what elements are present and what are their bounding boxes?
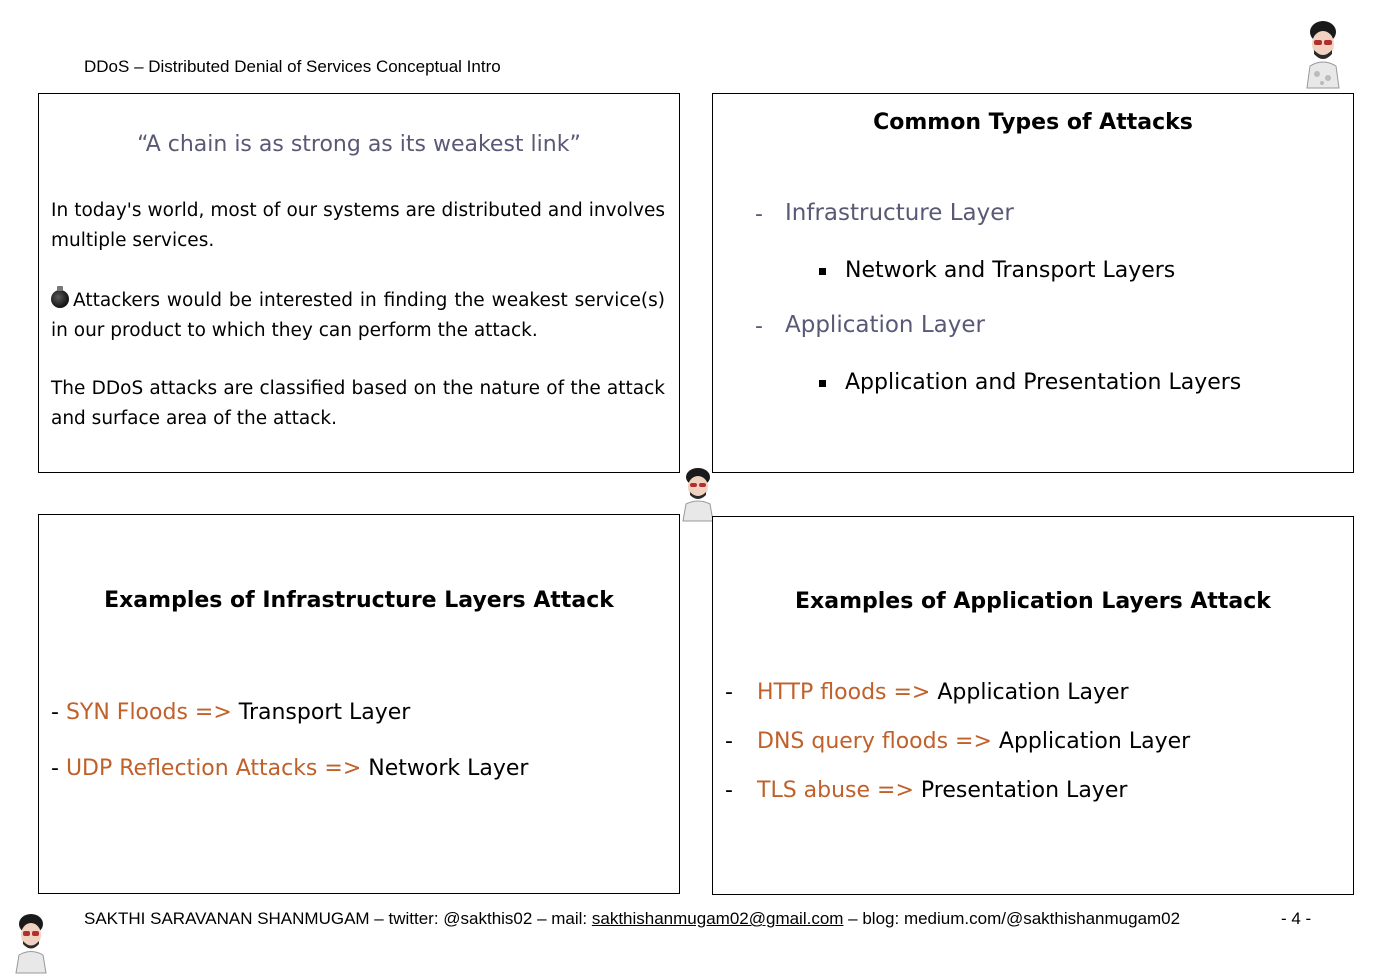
footer-credits: SAKTHI SARAVANAN SHANMUGAM – twitter: @s… — [84, 909, 1180, 929]
application-examples-panel: Examples of Application Layers Attack - … — [712, 516, 1354, 895]
attack-name: HTTP floods => — [757, 680, 931, 705]
list-dash: - — [51, 700, 66, 725]
list-dash: - — [725, 680, 733, 705]
udp-reflection-item: - UDP Reflection Attacks => Network Laye… — [51, 756, 528, 781]
list-dash: - — [725, 778, 733, 803]
intro-paragraph-2: Attackers would be interested in finding… — [51, 286, 665, 346]
tls-abuse-item: TLS abuse => Presentation Layer — [757, 778, 1127, 803]
list-dash: - — [51, 756, 66, 781]
bullet-square-icon — [819, 268, 826, 275]
attack-name: TLS abuse => — [757, 778, 914, 803]
application-examples-title: Examples of Application Layers Attack — [795, 589, 1271, 614]
infrastructure-examples-title: Examples of Infrastructure Layers Attack — [104, 588, 614, 613]
bullet-square-icon — [819, 380, 826, 387]
email-link[interactable]: sakthishanmugam02@gmail.com — [592, 909, 844, 928]
footer-blog: – blog: medium.com/@sakthishanmugam02 — [843, 909, 1181, 928]
layer-name: Application Layer — [930, 680, 1129, 705]
quote-text: “A chain is as strong as its weakest lin… — [137, 132, 581, 157]
footer-author: SAKTHI SARAVANAN SHANMUGAM – twitter: @s… — [84, 909, 592, 928]
layer-name: Presentation Layer — [913, 778, 1128, 803]
layer-name: Transport Layer — [231, 700, 411, 725]
page-number: - 4 - — [1281, 909, 1312, 928]
application-layer-item: Application Layer — [785, 312, 985, 338]
dns-query-floods-item: DNS query floods => Application Layer — [757, 729, 1190, 754]
attack-name: UDP Reflection Attacks => — [65, 756, 362, 781]
attack-name: SYN Floods => — [65, 700, 232, 725]
infrastructure-examples-panel: Examples of Infrastructure Layers Attack… — [38, 514, 680, 894]
document-header: DDoS – Distributed Denial of Services Co… — [84, 57, 501, 76]
infrastructure-layer-item: Infrastructure Layer — [785, 200, 1014, 226]
syn-floods-item: - SYN Floods => Transport Layer — [51, 700, 410, 725]
bomb-icon — [51, 286, 69, 308]
http-floods-item: HTTP floods => Application Layer — [757, 680, 1129, 705]
intro-paragraph-1: In today's world, most of our systems ar… — [51, 200, 665, 251]
intro-paragraph-2-text: Attackers would be interested in finding… — [51, 290, 665, 341]
attack-name: DNS query floods => — [757, 729, 992, 754]
list-dash: - — [755, 314, 763, 339]
attack-types-panel: Common Types of Attacks - Infrastructure… — [712, 93, 1354, 473]
list-dash: - — [755, 202, 763, 227]
author-avatar-icon — [1306, 21, 1340, 89]
intro-panel: “A chain is as strong as its weakest lin… — [38, 93, 680, 473]
layer-name: Application Layer — [991, 729, 1191, 754]
intro-paragraph-3: The DDoS attacks are classified based on… — [51, 378, 665, 429]
list-dash: - — [725, 729, 733, 754]
center-avatar-icon — [682, 468, 714, 522]
footer-avatar-icon — [15, 914, 47, 974]
application-presentation-item: Application and Presentation Layers — [845, 370, 1242, 395]
attack-types-title: Common Types of Attacks — [873, 110, 1193, 135]
layer-name: Network Layer — [361, 756, 529, 781]
network-transport-item: Network and Transport Layers — [845, 258, 1176, 283]
